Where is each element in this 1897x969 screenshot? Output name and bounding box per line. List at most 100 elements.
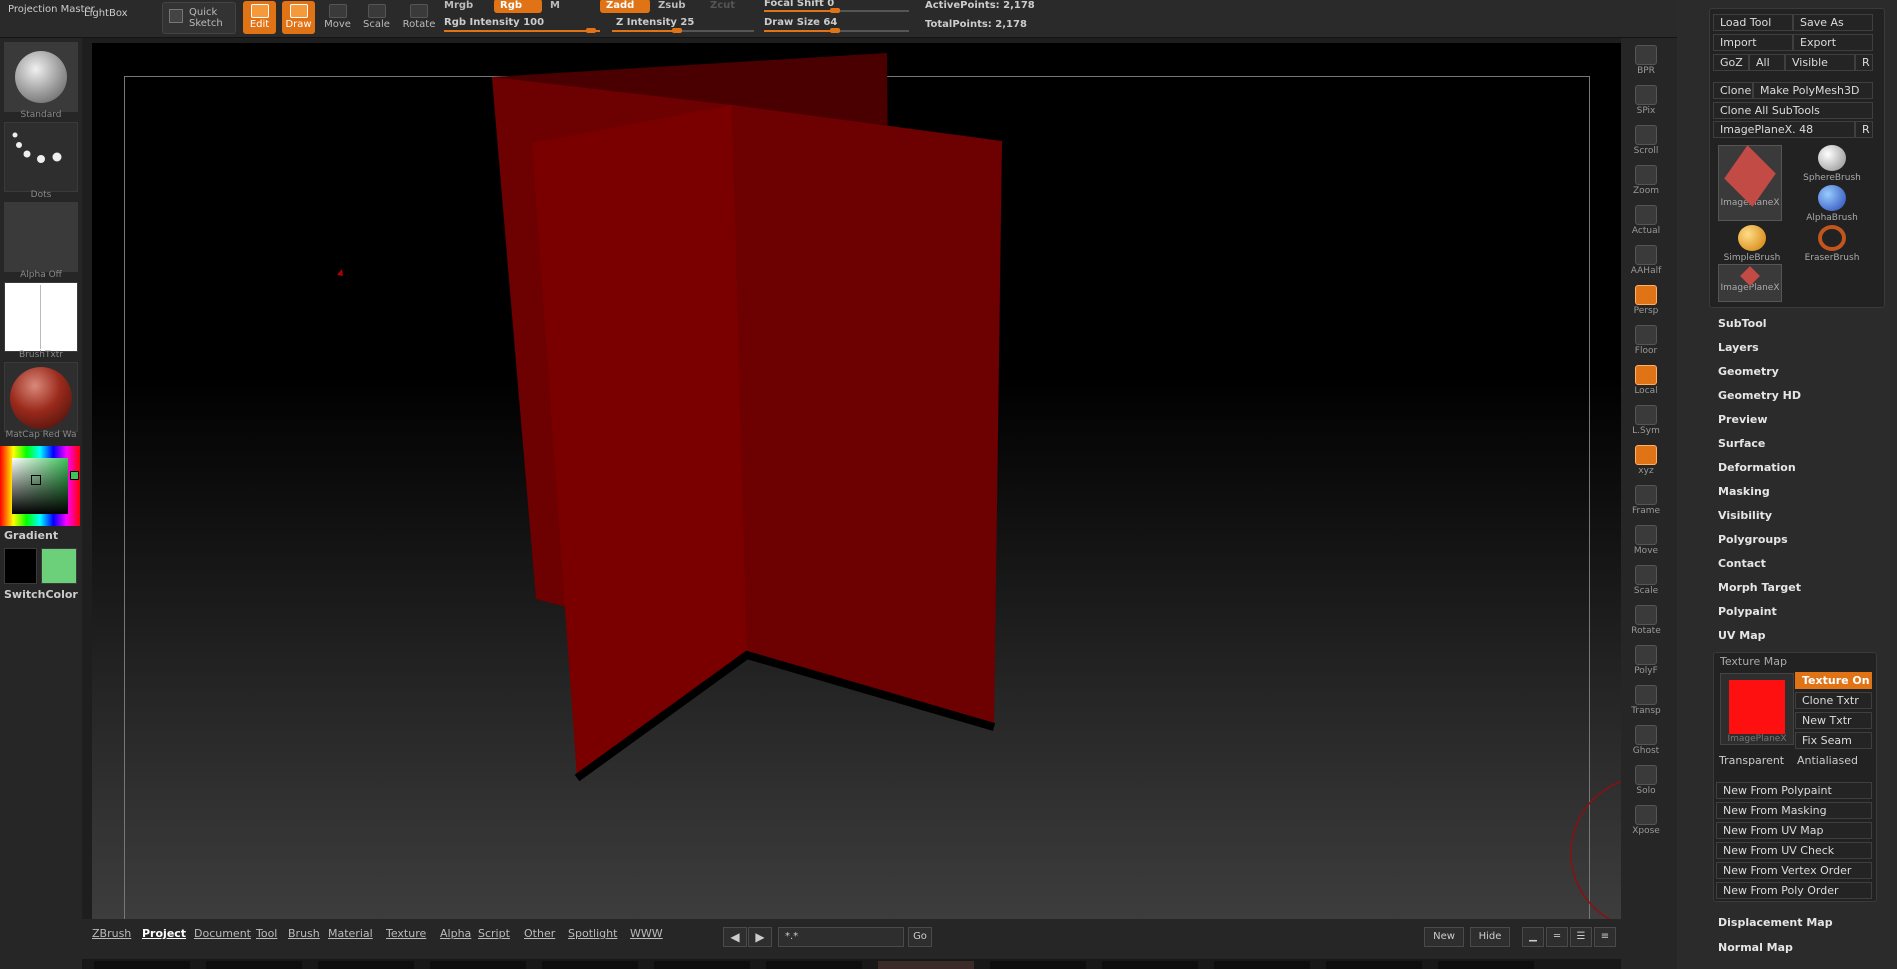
menu-normal-map[interactable]: Normal Map [1718,941,1793,954]
fix-seam-button[interactable]: Fix Seam [1795,732,1872,749]
menu-polygroups[interactable]: Polygroups [1718,533,1788,546]
edit-mode-button[interactable]: Edit [243,1,276,34]
secondary-color-swatch[interactable] [41,548,77,584]
thumbnail-slot[interactable] [990,961,1086,969]
layout-2-button[interactable]: ═ [1546,927,1568,947]
shelf-button-scale[interactable]: Scale [1629,562,1663,598]
antialiased-toggle[interactable]: Antialiased [1797,754,1858,767]
rgb-intensity-track[interactable] [444,28,600,33]
imageplane-slider[interactable]: ImagePlaneX. 48 [1713,121,1855,138]
layout-4-button[interactable]: ≡ [1594,927,1616,947]
focal-shift-slider[interactable]: Focal Shift 0 [764,0,834,9]
thumbnail-slot[interactable] [878,961,974,969]
clone-all-subtools-button[interactable]: Clone All SubTools [1713,102,1873,119]
save-as-button[interactable]: Save As [1793,14,1873,31]
r-button[interactable]: R [1855,54,1873,71]
layout-3-button[interactable]: ☰ [1570,927,1592,947]
tool-imageplane-small[interactable]: ImagePlaneX [1718,264,1782,302]
alpha-selector[interactable] [4,202,78,272]
shelf-button-local[interactable]: Local [1629,362,1663,398]
bottom-menu-tool[interactable]: Tool [256,927,277,940]
shelf-button-zoom[interactable]: Zoom [1629,162,1663,198]
brush-selector[interactable] [4,42,78,112]
quick-sketch-button[interactable]: Quick Sketch [162,2,236,34]
zadd-toggle[interactable]: Zadd [600,0,650,13]
menu-polypaint[interactable]: Polypaint [1718,605,1777,618]
thumbnail-slot[interactable] [318,961,414,969]
new-from-uv-check-button[interactable]: New From UV Check [1716,842,1872,859]
bottom-menu-material[interactable]: Material [328,927,373,940]
shelf-button-persp[interactable]: Persp [1629,282,1663,318]
stroke-selector[interactable] [4,122,78,192]
bottom-menu-www[interactable]: WWW [630,927,663,940]
clone-txtr-button[interactable]: Clone Txtr [1795,692,1872,709]
shelf-button-ghost[interactable]: Ghost [1629,722,1663,758]
bottom-menu-spotlight[interactable]: Spotlight [568,927,617,940]
tool-imageplane-thumb[interactable]: ImagePlaneX [1718,145,1782,221]
thumbnail-slot[interactable] [430,961,526,969]
thumbnail-slot[interactable] [1326,961,1422,969]
main-color-swatch[interactable] [4,548,37,584]
shelf-button-polyf[interactable]: PolyF [1629,642,1663,678]
clone-button[interactable]: Clone [1713,82,1753,99]
hide-button[interactable]: Hide [1470,927,1510,947]
r-button-2[interactable]: R [1855,121,1873,138]
goz-button[interactable]: GoZ [1713,54,1749,71]
bottom-menu-project[interactable]: Project [142,927,186,940]
shelf-button-spix[interactable]: SPix [1629,82,1663,118]
menu-geometry[interactable]: Geometry [1718,365,1779,378]
new-from-masking-button[interactable]: New From Masking [1716,802,1872,819]
bottom-menu-script[interactable]: Script [478,927,510,940]
thumbnail-slot[interactable] [766,961,862,969]
thumbnail-slot[interactable] [1438,961,1534,969]
menu-uv-map[interactable]: UV Map [1718,629,1766,642]
z-intensity-track[interactable] [612,28,754,33]
zsub-toggle[interactable]: Zsub [652,0,691,13]
shelf-button-move[interactable]: Move [1629,522,1663,558]
bottom-menu-zbrush[interactable]: ZBrush [92,927,131,940]
thumbnail-slot[interactable] [654,961,750,969]
transparent-toggle[interactable]: Transparent [1719,754,1784,767]
menu-morph-target[interactable]: Morph Target [1718,581,1801,594]
menu-displacement-map[interactable]: Displacement Map [1718,916,1833,929]
menu-visibility[interactable]: Visibility [1718,509,1772,522]
bottom-menu-texture[interactable]: Texture [386,927,426,940]
shelf-button-transp[interactable]: Transp [1629,682,1663,718]
shelf-button-l-sym[interactable]: L.Sym [1629,402,1663,438]
new-from-poly-order-button[interactable]: New From Poly Order [1716,882,1872,899]
new-from-vertex-order-button[interactable]: New From Vertex Order [1716,862,1872,879]
menu-layers[interactable]: Layers [1718,341,1759,354]
draw-size-slider[interactable]: Draw Size 64 [764,17,837,28]
canvas-viewport[interactable] [92,43,1621,919]
material-selector[interactable] [4,362,78,432]
new-from-polypaint-button[interactable]: New From Polypaint [1716,782,1872,799]
shelf-button-solo[interactable]: Solo [1629,762,1663,798]
color-picker[interactable] [0,446,80,526]
thumbnail-slot[interactable] [94,961,190,969]
rotate-mode-button[interactable]: Rotate [401,1,437,34]
menu-contact[interactable]: Contact [1718,557,1766,570]
file-filter-input[interactable]: *.* [778,927,904,947]
shelf-button-aahalf[interactable]: AAHalf [1629,242,1663,278]
shelf-button-scroll[interactable]: Scroll [1629,122,1663,158]
menu-geometry-hd[interactable]: Geometry HD [1718,389,1801,402]
new-from-uv-map-button[interactable]: New From UV Map [1716,822,1872,839]
tool-eraserbrush[interactable]: EraserBrush [1800,225,1864,263]
mrgb-toggle[interactable]: Mrgb [438,0,479,13]
texture-thumb[interactable]: ImagePlaneX [1720,673,1794,745]
shelf-button-rotate[interactable]: Rotate [1629,602,1663,638]
color-square[interactable] [12,458,68,514]
new-button[interactable]: New [1424,927,1464,947]
texture-on-button[interactable]: Texture On [1795,672,1872,689]
all-button[interactable]: All [1749,54,1785,71]
gradient-toggle[interactable]: Gradient [4,529,58,542]
menu-preview[interactable]: Preview [1718,413,1768,426]
menu-surface[interactable]: Surface [1718,437,1765,450]
tool-spherebrush[interactable]: SphereBrush [1800,145,1864,183]
projection-master-button[interactable]: Projection Master [8,4,95,15]
shelf-button-frame[interactable]: Frame [1629,482,1663,518]
shelf-button-actual[interactable]: Actual [1629,202,1663,238]
new-txtr-button[interactable]: New Txtr [1795,712,1872,729]
texture-selector[interactable] [4,282,78,352]
layout-1-button[interactable]: ▁ [1522,927,1544,947]
